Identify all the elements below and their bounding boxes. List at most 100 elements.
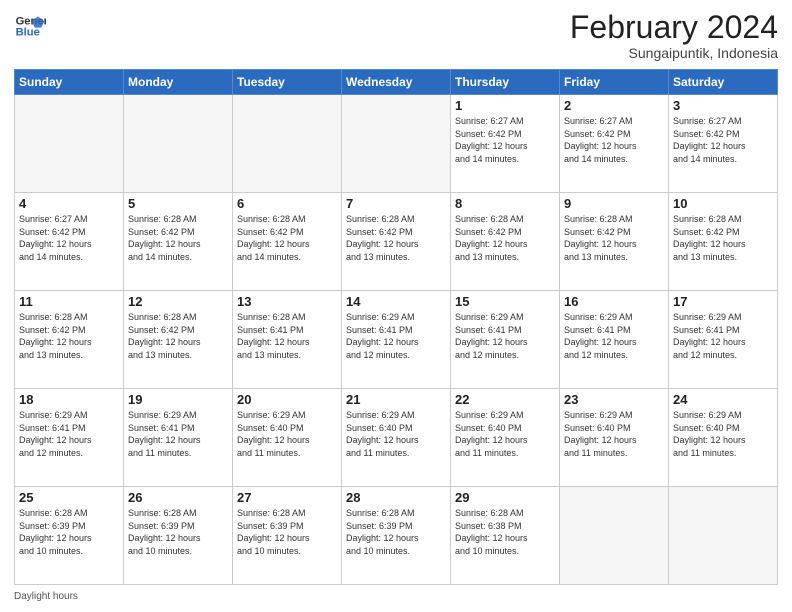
day-number: 8 xyxy=(455,196,555,211)
table-row: 25 Sunrise: 6:28 AMSunset: 6:39 PMDayligh… xyxy=(15,487,124,585)
day-number: 25 xyxy=(19,490,119,505)
table-row: 7Sunrise: 6:28 AMSunset: 6:42 PMDaylight… xyxy=(342,193,451,291)
week-row-3: 18 Sunrise: 6:29 AMSunset: 6:41 PMDayligh… xyxy=(15,389,778,487)
day-info: Sunrise: 6:29 AMSunset: 6:40 PMDaylight:… xyxy=(673,409,773,459)
col-friday: Friday xyxy=(560,70,669,95)
day-number: 27 xyxy=(237,490,337,505)
day-info: Sunrise: 6:29 AMSunset: 6:41 PMDaylight:… xyxy=(455,311,555,361)
table-row: 26 Sunrise: 6:28 AMSunset: 6:39 PMDayligh… xyxy=(124,487,233,585)
day-number: 12 xyxy=(128,294,228,309)
day-number: 19 xyxy=(128,392,228,407)
table-row: 8Sunrise: 6:28 AMSunset: 6:42 PMDaylight… xyxy=(451,193,560,291)
col-tuesday: Tuesday xyxy=(233,70,342,95)
page: General Blue February 2024 Sungaipuntik,… xyxy=(0,0,792,612)
week-row-4: 25 Sunrise: 6:28 AMSunset: 6:39 PMDayligh… xyxy=(15,487,778,585)
col-saturday: Saturday xyxy=(669,70,778,95)
day-info: Sunrise: 6:28 AMSunset: 6:39 PMDaylight:… xyxy=(128,507,228,557)
day-number: 6 xyxy=(237,196,337,211)
day-number: 23 xyxy=(564,392,664,407)
day-number: 21 xyxy=(346,392,446,407)
table-row: 22 Sunrise: 6:29 AMSunset: 6:40 PMDayligh… xyxy=(451,389,560,487)
day-info: Sunrise: 6:28 AMSunset: 6:39 PMDaylight:… xyxy=(19,507,119,557)
table-row: 11 Sunrise: 6:28 AMSunset: 6:42 PMDayligh… xyxy=(15,291,124,389)
day-number: 4 xyxy=(19,196,119,211)
table-row: 13Sunrise: 6:28 AMSunset: 6:41 PMDayligh… xyxy=(233,291,342,389)
day-info: Sunrise: 6:28 AMSunset: 6:42 PMDaylight:… xyxy=(237,213,337,263)
table-row: 21 Sunrise: 6:29 AMSunset: 6:40 PMDayligh… xyxy=(342,389,451,487)
table-row: 19 Sunrise: 6:29 AMSunset: 6:41 PMDayligh… xyxy=(124,389,233,487)
table-row: 14 Sunrise: 6:29 AMSunset: 6:41 PMDayligh… xyxy=(342,291,451,389)
table-row: 28Sunrise: 6:28 AMSunset: 6:39 PMDayligh… xyxy=(342,487,451,585)
header: General Blue February 2024 Sungaipuntik,… xyxy=(14,10,778,61)
day-info: Sunrise: 6:28 AMSunset: 6:39 PMDaylight:… xyxy=(237,507,337,557)
day-info: Sunrise: 6:29 AMSunset: 6:40 PMDaylight:… xyxy=(564,409,664,459)
day-info: Sunrise: 6:29 AMSunset: 6:41 PMDaylight:… xyxy=(19,409,119,459)
week-row-0: 1Sunrise: 6:27 AMSunset: 6:42 PMDaylight… xyxy=(15,95,778,193)
table-row: 6 Sunrise: 6:28 AMSunset: 6:42 PMDaylight… xyxy=(233,193,342,291)
day-info: Sunrise: 6:28 AMSunset: 6:42 PMDaylight:… xyxy=(564,213,664,263)
title-area: February 2024 Sungaipuntik, Indonesia xyxy=(570,10,778,61)
table-row: 23 Sunrise: 6:29 AMSunset: 6:40 PMDayligh… xyxy=(560,389,669,487)
col-monday: Monday xyxy=(124,70,233,95)
table-row: 24 Sunrise: 6:29 AMSunset: 6:40 PMDayligh… xyxy=(669,389,778,487)
day-number: 24 xyxy=(673,392,773,407)
day-number: 16 xyxy=(564,294,664,309)
week-row-2: 11 Sunrise: 6:28 AMSunset: 6:42 PMDayligh… xyxy=(15,291,778,389)
day-info: Sunrise: 6:28 AMSunset: 6:42 PMDaylight:… xyxy=(673,213,773,263)
table-row: 29Sunrise: 6:28 AMSunset: 6:38 PMDayligh… xyxy=(451,487,560,585)
table-row: 1Sunrise: 6:27 AMSunset: 6:42 PMDaylight… xyxy=(451,95,560,193)
table-row: 5 Sunrise: 6:28 AMSunset: 6:42 PMDaylight… xyxy=(124,193,233,291)
footer: Daylight hours xyxy=(14,589,778,602)
logo-icon: General Blue xyxy=(14,10,46,42)
table-row: 17Sunrise: 6:29 AMSunset: 6:41 PMDayligh… xyxy=(669,291,778,389)
day-number: 13 xyxy=(237,294,337,309)
day-number: 28 xyxy=(346,490,446,505)
day-number: 10 xyxy=(673,196,773,211)
month-title: February 2024 xyxy=(570,10,778,45)
table-row: 18 Sunrise: 6:29 AMSunset: 6:41 PMDayligh… xyxy=(15,389,124,487)
table-row: 16 Sunrise: 6:29 AMSunset: 6:41 PMDayligh… xyxy=(560,291,669,389)
day-info: Sunrise: 6:27 AMSunset: 6:42 PMDaylight:… xyxy=(19,213,119,263)
day-info: Sunrise: 6:29 AMSunset: 6:41 PMDaylight:… xyxy=(128,409,228,459)
day-number: 5 xyxy=(128,196,228,211)
day-number: 9 xyxy=(564,196,664,211)
day-info: Sunrise: 6:29 AMSunset: 6:40 PMDaylight:… xyxy=(237,409,337,459)
day-number: 17 xyxy=(673,294,773,309)
day-number: 22 xyxy=(455,392,555,407)
week-row-1: 4 Sunrise: 6:27 AMSunset: 6:42 PMDaylight… xyxy=(15,193,778,291)
day-number: 18 xyxy=(19,392,119,407)
day-info: Sunrise: 6:27 AMSunset: 6:42 PMDaylight:… xyxy=(673,115,773,165)
table-row: 2 Sunrise: 6:27 AMSunset: 6:42 PMDaylight… xyxy=(560,95,669,193)
day-info: Sunrise: 6:29 AMSunset: 6:40 PMDaylight:… xyxy=(455,409,555,459)
logo: General Blue xyxy=(14,10,46,42)
day-number: 20 xyxy=(237,392,337,407)
table-row: 3 Sunrise: 6:27 AMSunset: 6:42 PMDaylight… xyxy=(669,95,778,193)
day-number: 3 xyxy=(673,98,773,113)
day-info: Sunrise: 6:29 AMSunset: 6:41 PMDaylight:… xyxy=(346,311,446,361)
day-number: 14 xyxy=(346,294,446,309)
svg-text:Blue: Blue xyxy=(16,27,40,39)
day-info: Sunrise: 6:29 AMSunset: 6:40 PMDaylight:… xyxy=(346,409,446,459)
day-number: 29 xyxy=(455,490,555,505)
col-thursday: Thursday xyxy=(451,70,560,95)
table-row xyxy=(15,95,124,193)
table-row: 12Sunrise: 6:28 AMSunset: 6:42 PMDayligh… xyxy=(124,291,233,389)
day-number: 15 xyxy=(455,294,555,309)
day-info: Sunrise: 6:28 AMSunset: 6:42 PMDaylight:… xyxy=(128,213,228,263)
day-info: Sunrise: 6:29 AMSunset: 6:41 PMDaylight:… xyxy=(564,311,664,361)
table-row xyxy=(124,95,233,193)
day-number: 2 xyxy=(564,98,664,113)
table-row: 20 Sunrise: 6:29 AMSunset: 6:40 PMDayligh… xyxy=(233,389,342,487)
table-row: 15 Sunrise: 6:29 AMSunset: 6:41 PMDayligh… xyxy=(451,291,560,389)
col-wednesday: Wednesday xyxy=(342,70,451,95)
table-row xyxy=(233,95,342,193)
day-number: 26 xyxy=(128,490,228,505)
table-row xyxy=(669,487,778,585)
day-info: Sunrise: 6:27 AMSunset: 6:42 PMDaylight:… xyxy=(564,115,664,165)
table-row: 4 Sunrise: 6:27 AMSunset: 6:42 PMDaylight… xyxy=(15,193,124,291)
day-number: 7 xyxy=(346,196,446,211)
day-number: 11 xyxy=(19,294,119,309)
table-row: 10 Sunrise: 6:28 AMSunset: 6:42 PMDayligh… xyxy=(669,193,778,291)
day-info: Sunrise: 6:28 AMSunset: 6:42 PMDaylight:… xyxy=(19,311,119,361)
subtitle: Sungaipuntik, Indonesia xyxy=(570,45,778,61)
